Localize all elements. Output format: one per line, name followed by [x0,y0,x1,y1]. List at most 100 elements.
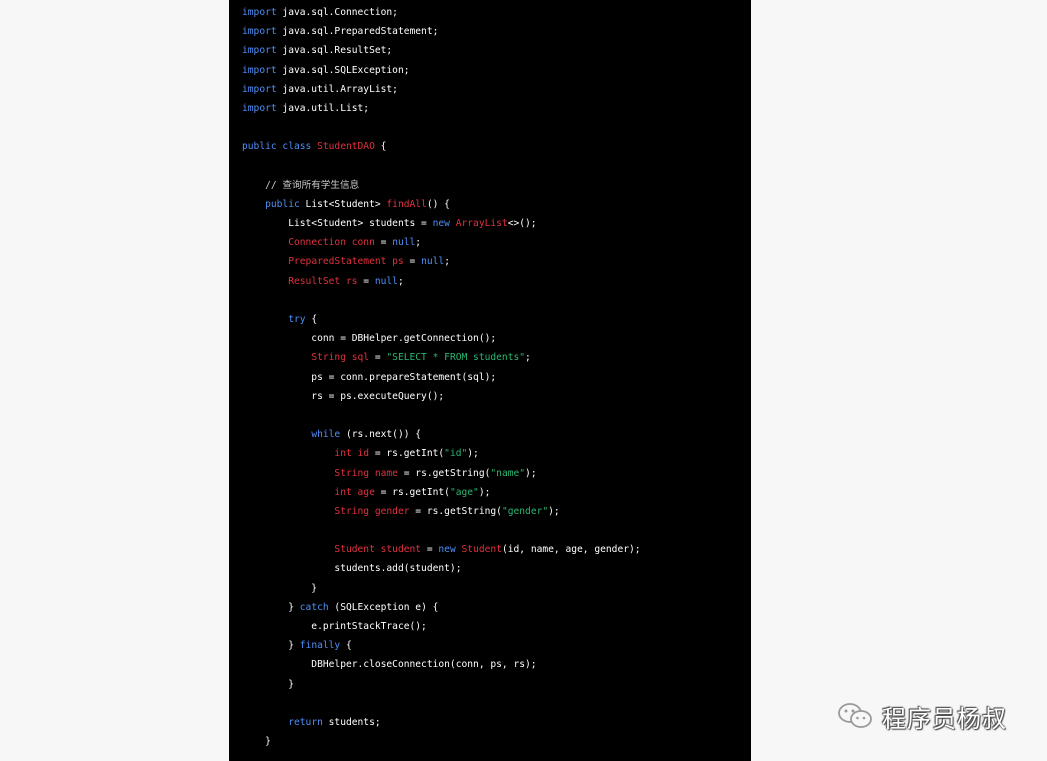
code-token: java.sql.SQLException; [276,64,410,76]
code-token: null [421,256,445,268]
code-token: return [288,716,323,728]
code-token: java.sql.ResultSet; [276,45,393,57]
code-token: ; [415,237,422,249]
code-line: } finally { [242,636,641,655]
code-token: public [265,198,300,210]
code-token: // 查询所有学生信息 [242,179,360,191]
code-token: String sql [311,352,370,364]
code-token: "gender" [501,505,549,517]
code-token: ps = conn.prepareStatement(sql); [242,371,497,383]
code-token: while [311,429,341,441]
code-line: conn = DBHelper.getConnection(); [242,329,641,348]
code-token: = [357,275,375,287]
code-token: try [288,314,306,325]
code-content: import java.sql.Connection; import java.s… [242,3,641,751]
code-line: while (rs.next()) { [242,425,641,444]
code-token: } [242,640,300,652]
code-token: Connection conn [288,237,375,249]
code-line: return students; [242,713,641,732]
code-token: finally [299,640,341,652]
code-line: import java.sql.Connection; [242,3,641,22]
code-line: import java.sql.PreparedStatement; [242,22,641,41]
code-token: Student [461,544,502,556]
code-line: String name = rs.getString("name"); [242,464,641,483]
code-token: String name [334,467,398,479]
code-line: List<Student> students = new ArrayList<>… [242,214,641,233]
code-token: (SQLException e) { [328,601,439,613]
watermark-text: 程序员杨叔 [882,704,1007,733]
code-token: = rs.getString( [397,467,491,479]
code-line: public class StudentDAO { [242,137,641,156]
code-token: students; [322,716,381,728]
code-line: import java.util.List; [242,99,641,118]
code-line: DBHelper.closeConnection(conn, ps, rs); [242,655,641,674]
code-token: = [403,256,422,268]
code-token: { [340,640,352,652]
code-token: = rs.getInt( [369,448,445,460]
code-token: (id, name, age, gender); [501,544,641,556]
code-token: conn = DBHelper.getConnection(); [242,333,497,345]
code-token: new [438,544,456,556]
code-token: } [242,736,271,748]
code-token: import [242,7,277,18]
code-token: ResultSet rs [288,275,358,287]
code-token: import [242,83,277,95]
code-token: List<Student> students = [242,218,433,230]
code-token: public class [242,141,318,153]
code-token: = rs.getString( [409,505,502,517]
code-token: "age" [449,486,479,498]
code-token: List<Student> [299,198,387,210]
code-token: ); [478,486,491,498]
code-token: ); [525,467,537,479]
code-token: = [369,352,387,364]
code-token: = [374,237,393,249]
code-token: StudentDAO [317,141,375,153]
code-line: rs = ps.executeQuery(); [242,387,641,406]
code-token: "name" [490,467,526,479]
code-line: Student student = new Student(id, name, … [242,540,641,559]
code-token: null [392,237,416,249]
code-token: ); [548,505,560,517]
code-token: int age [334,486,375,498]
watermark: 程序员杨叔 [836,700,1007,733]
code-token: import [242,26,277,38]
code-line: String gender = rs.getString("gender"); [242,502,641,521]
code-token: <>(); [507,218,537,230]
code-line: import java.util.ArrayList; [242,80,641,99]
code-token: = rs.getInt( [374,486,450,498]
page: import java.sql.Connection; import java.s… [0,0,1047,761]
code-token: import [242,64,277,76]
code-token: java.sql.PreparedStatement; [276,26,439,38]
code-token: java.util.List; [276,102,370,114]
code-token: students.add(student); [242,563,462,575]
code-line: } [242,732,641,751]
code-line: } [242,675,641,694]
code-line: ResultSet rs = null; [242,272,641,291]
code-token: { [374,141,387,153]
code-token: Student student [334,544,422,556]
code-line: ps = conn.prepareStatement(sql); [242,368,641,387]
code-token: } [242,582,318,594]
code-line: public List<Student> findAll() { [242,195,641,214]
code-token: DBHelper.closeConnection(conn, ps, rs); [242,659,537,671]
code-token: ; [444,256,450,268]
code-line: import java.sql.ResultSet; [242,41,641,60]
code-token: e.printStackTrace(); [242,621,427,632]
code-token: () { [426,198,450,210]
code-line: int age = rs.getInt("age"); [242,483,641,502]
code-token: java.util.ArrayList; [276,83,398,95]
code-token: ArrayList [455,218,508,230]
